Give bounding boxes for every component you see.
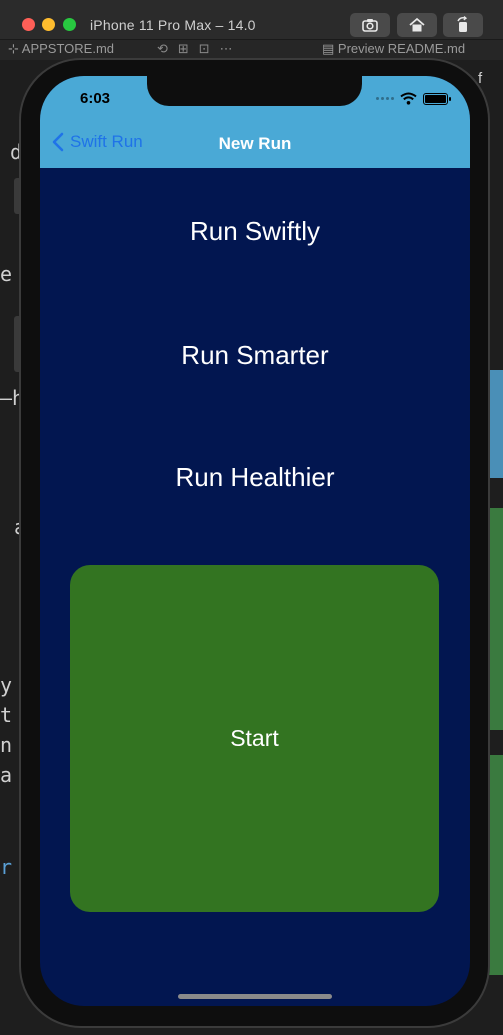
wifi-icon — [400, 92, 417, 105]
nav-title: New Run — [218, 134, 292, 153]
slogan-run-smarter: Run Smarter — [181, 340, 329, 370]
start-button-label: Start — [230, 725, 279, 751]
minimize-window-button[interactable] — [42, 18, 55, 31]
rotate-button[interactable] — [443, 13, 483, 37]
editor-code-fragment: ytna — [0, 673, 13, 787]
simulator-title: iPhone 11 Pro Max – 14.0 — [90, 17, 256, 33]
status-icons — [376, 92, 451, 105]
start-button[interactable]: Start — [70, 565, 439, 912]
app-screen: 6:03 Swift Run New Run Run Swiftly Run S… — [40, 76, 470, 1006]
home-indicator[interactable] — [178, 994, 332, 999]
home-button[interactable] — [397, 13, 437, 37]
simulator-titlebar: iPhone 11 Pro Max – 14.0 — [0, 0, 503, 40]
status-time: 6:03 — [80, 90, 111, 107]
home-icon — [409, 17, 425, 32]
signal-icon — [376, 97, 394, 100]
battery-icon — [423, 92, 451, 105]
slogan-run-healthier: Run Healthier — [175, 462, 335, 492]
camera-icon — [362, 19, 378, 32]
screenshot-button[interactable] — [350, 13, 390, 37]
editor-code-fragment: e — [0, 262, 13, 286]
zoom-window-button[interactable] — [63, 18, 76, 31]
editor-tab-label: APPSTORE.md — [21, 41, 115, 56]
editor-tab-label: Preview README.md — [337, 41, 466, 56]
rotate-icon — [457, 16, 468, 32]
editor-toolbar-icons: ⟲⊞⊡⋯ — [157, 41, 243, 56]
editor-code-fragment: r — [0, 855, 13, 879]
editor-tab-preview[interactable]: ▤ Preview README.md — [322, 41, 465, 57]
slogan-run-swiftly: Run Swiftly — [189, 216, 321, 246]
device-notch — [147, 76, 362, 106]
editor-tab-appstore[interactable]: ⊹ APPSTORE.md — [8, 41, 114, 57]
close-window-button[interactable] — [22, 18, 35, 31]
